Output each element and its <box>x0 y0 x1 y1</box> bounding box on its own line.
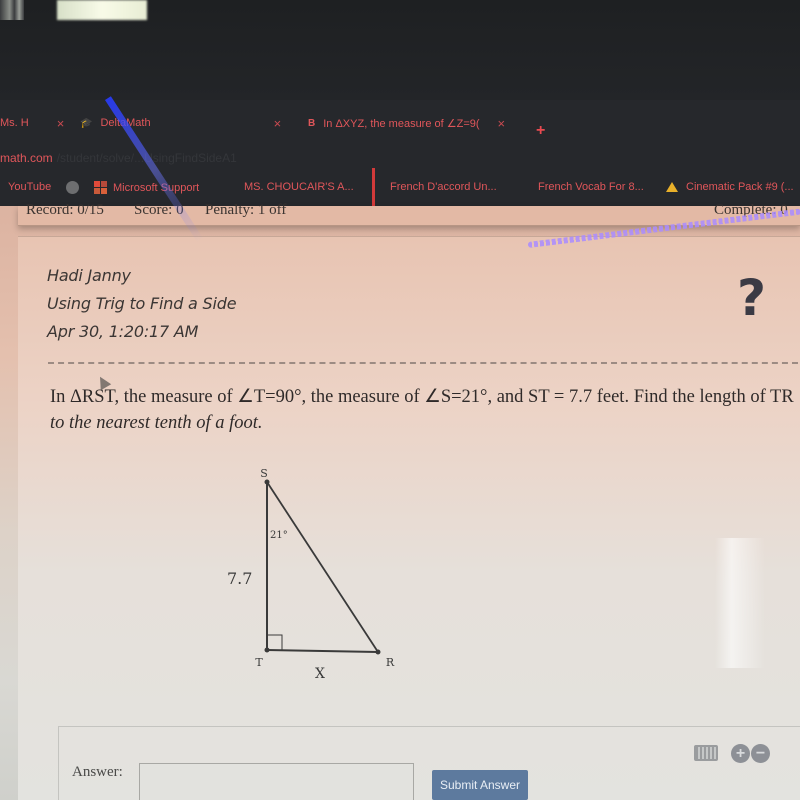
light-glare <box>0 0 24 20</box>
close-tab-icon[interactable]: × <box>57 116 65 131</box>
microsoft-icon <box>94 181 107 194</box>
zoom-out-icon[interactable]: − <box>751 744 770 763</box>
bookmark-label: MS. CHOUCAIR'S A... <box>244 181 354 193</box>
address-bar[interactable]: math.com /student/solve/...UsingFindSide… <box>0 148 800 168</box>
right-angle-marker <box>266 634 283 651</box>
divider <box>372 168 375 206</box>
google-drive-icon <box>666 182 678 192</box>
unknown-side-label: X <box>315 666 325 682</box>
penalty-text: Penalty: 1 off <box>205 202 287 218</box>
tab-ms-h[interactable]: Ms. H × <box>0 110 64 136</box>
triangle-diagram: S T R 21° 7.7 X <box>227 467 395 682</box>
bookmarks-bar: YouTube Microsoft Support MS. CHOUCAIR'S… <box>0 178 800 200</box>
new-tab-button[interactable]: + <box>536 122 545 140</box>
label-r: R <box>386 656 395 669</box>
help-icon[interactable]: ? <box>737 269 766 327</box>
side-sr <box>266 481 379 653</box>
keyboard-icon[interactable] <box>694 745 718 761</box>
url-domain: math.com <box>0 151 53 165</box>
assignment-title: Using Trig to Find a Side <box>47 294 237 313</box>
vertex-r <box>375 649 381 655</box>
bookmark-label: YouTube <box>8 181 52 193</box>
bookmark-microsoft-support[interactable]: Microsoft Support <box>94 181 199 194</box>
bookmark-label: Microsoft Support <box>113 181 200 194</box>
vertex-s <box>264 479 270 485</box>
tab-title: In ΔXYZ, the measure of ∠Z=9( <box>323 117 480 130</box>
answer-input[interactable] <box>139 763 414 800</box>
bookmark-french-daccord[interactable]: French D'accord Un... <box>390 181 497 193</box>
answer-label: Answer: <box>72 764 123 780</box>
bookmark-youtube[interactable]: YouTube <box>8 181 51 193</box>
question-instruction: to the nearest tenth of a foot. <box>50 413 263 433</box>
side-tr <box>266 649 379 653</box>
light-glare <box>57 0 147 20</box>
vertex-t <box>264 647 270 653</box>
bookmark-globe[interactable] <box>66 181 87 194</box>
bookmark-label: French Vocab For 8... <box>538 181 644 193</box>
tab-deltamath[interactable]: 🎓 DeltaMath × <box>80 110 281 136</box>
close-tab-icon[interactable]: × <box>274 116 282 131</box>
bookmark-ms-choucair[interactable]: MS. CHOUCAIR'S A... <box>244 181 354 193</box>
globe-icon <box>66 181 79 194</box>
close-tab-icon[interactable]: × <box>498 116 506 131</box>
record-text: Record: 0/15 <box>26 202 104 218</box>
bookmark-label: Cinematic Pack #9 (... <box>686 181 794 193</box>
divider <box>48 362 798 364</box>
bookmark-label: French D'accord Un... <box>390 181 497 193</box>
screen-reflection <box>715 538 765 668</box>
tab-brainly-question[interactable]: B In ΔXYZ, the measure of ∠Z=9( × <box>308 110 505 136</box>
graduation-cap-icon: 🎓 <box>80 117 93 129</box>
student-name: Hadi Janny <box>47 266 131 285</box>
bookmark-cinematic-pack[interactable]: Cinematic Pack #9 (... <box>666 181 794 193</box>
label-t: T <box>255 656 263 669</box>
zoom-in-icon[interactable]: + <box>731 744 750 763</box>
timestamp: Apr 30, 1:20:17 AM <box>47 322 199 341</box>
side-length-label: 7.7 <box>227 569 252 588</box>
bookmark-french-vocab[interactable]: French Vocab For 8... <box>538 181 644 193</box>
submit-answer-button[interactable]: Submit Answer <box>432 770 528 800</box>
tab-title: Ms. H <box>0 117 29 129</box>
label-s: S <box>260 467 268 480</box>
question-main: In ΔRST, the measure of ∠T=90°, the meas… <box>50 387 794 407</box>
brainly-icon: B <box>308 117 316 129</box>
angle-label: 21° <box>270 530 288 541</box>
question-text: In ΔRST, the measure of ∠T=90°, the meas… <box>50 384 795 436</box>
